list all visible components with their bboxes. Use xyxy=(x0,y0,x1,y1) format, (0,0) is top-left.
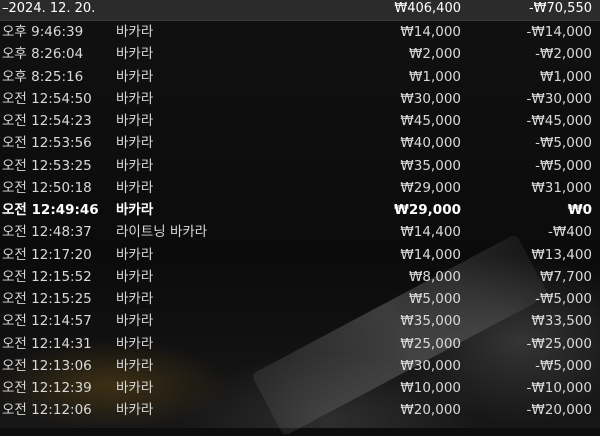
row-game: 바카라 xyxy=(116,46,154,63)
row-bet: ₩35,000 xyxy=(400,313,461,330)
day-summary-row[interactable]: –2024. 12. 20. ₩406,400 -₩70,550 xyxy=(0,0,600,21)
row-result: -₩45,000 xyxy=(526,113,592,129)
row-result: ₩33,500 xyxy=(531,313,592,330)
row-game: 바카라 xyxy=(116,179,154,196)
row-bet: ₩14,400 xyxy=(400,224,461,241)
row-time: 오전 12:12:06 xyxy=(2,402,92,419)
row-bet: ₩29,000 xyxy=(394,202,461,218)
row-bet: ₩30,000 xyxy=(400,90,461,107)
history-row[interactable]: 오전 12:50:18 바카라 ₩29,000 ₩31,000 xyxy=(0,177,600,199)
history-row[interactable]: 오전 12:48:37 라이트닝 바카라 ₩14,400 -₩400 xyxy=(0,221,600,243)
row-result: -₩5,000 xyxy=(535,291,592,307)
row-game: 바카라 xyxy=(116,380,154,396)
row-game: 바카라 xyxy=(116,335,154,352)
row-game: 바카라 xyxy=(116,135,154,152)
row-time: 오전 12:53:56 xyxy=(2,135,92,152)
row-time: 오전 12:15:52 xyxy=(2,268,92,285)
row-bet: ₩1,000 xyxy=(409,68,461,85)
row-bet: ₩45,000 xyxy=(400,113,461,129)
history-row[interactable]: 오후 9:46:39 바카라 ₩14,000 -₩14,000 xyxy=(0,21,600,43)
row-bet: ₩29,000 xyxy=(400,179,461,196)
row-time: 오전 12:12:39 xyxy=(2,380,92,396)
summary-total-bet: ₩406,400 xyxy=(394,1,461,16)
row-time: 오전 12:53:25 xyxy=(2,157,92,174)
row-result: -₩5,000 xyxy=(535,157,592,174)
row-time: 오전 12:50:18 xyxy=(2,179,92,196)
row-result: ₩1,000 xyxy=(540,68,592,85)
history-row[interactable]: 오후 8:25:16 바카라 ₩1,000 ₩1,000 xyxy=(0,66,600,88)
row-time: 오전 12:15:25 xyxy=(2,291,92,307)
row-result: -₩14,000 xyxy=(526,24,592,40)
row-game: 바카라 xyxy=(116,357,154,374)
row-time: 오전 12:48:37 xyxy=(2,224,92,241)
row-bet: ₩35,000 xyxy=(400,157,461,174)
row-result: -₩30,000 xyxy=(526,90,592,107)
row-game: 바카라 xyxy=(116,246,154,263)
row-time: 오전 12:14:31 xyxy=(2,335,92,352)
row-bet: ₩20,000 xyxy=(400,402,461,419)
row-game: 바카라 xyxy=(116,113,154,129)
row-result: -₩5,000 xyxy=(535,135,592,152)
row-result: -₩2,000 xyxy=(535,46,592,63)
row-time: 오전 12:13:06 xyxy=(2,357,92,374)
history-row[interactable]: 오전 12:12:39 바카라 ₩10,000 -₩10,000 xyxy=(0,377,600,399)
history-row[interactable]: 오전 12:14:31 바카라 ₩25,000 -₩25,000 xyxy=(0,333,600,355)
row-result: ₩13,400 xyxy=(531,246,592,263)
history-row[interactable]: 오전 12:13:06 바카라 ₩30,000 -₩5,000 xyxy=(0,355,600,377)
row-bet: ₩10,000 xyxy=(400,380,461,396)
row-game: 바카라 xyxy=(116,291,154,307)
row-game: 바카라 xyxy=(116,402,154,419)
row-result: -₩5,000 xyxy=(535,357,592,374)
row-bet: ₩5,000 xyxy=(409,291,461,307)
history-row[interactable]: 오전 12:15:25 바카라 ₩5,000 -₩5,000 xyxy=(0,288,600,310)
history-row[interactable]: 오전 12:15:52 바카라 ₩8,000 ₩7,700 xyxy=(0,266,600,288)
row-game: 바카라 xyxy=(116,24,154,40)
history-rows: 오후 9:46:39 바카라 ₩14,000 -₩14,000 오후 8:26:04 바카… xyxy=(0,21,600,422)
summary-total-result: -₩70,550 xyxy=(528,1,592,16)
row-time: 오후 8:26:04 xyxy=(2,46,84,63)
row-game: 바카라 xyxy=(116,202,154,218)
row-bet: ₩14,000 xyxy=(400,246,461,263)
history-row[interactable]: 오전 12:17:20 바카라 ₩14,000 ₩13,400 xyxy=(0,244,600,266)
row-result: ₩31,000 xyxy=(531,179,592,196)
row-game: 바카라 xyxy=(116,313,154,330)
row-bet: ₩40,000 xyxy=(400,135,461,152)
summary-date: –2024. 12. 20. xyxy=(2,1,96,16)
row-result: ₩0 xyxy=(567,202,592,218)
row-result: -₩25,000 xyxy=(526,335,592,352)
row-bet: ₩14,000 xyxy=(400,24,461,40)
row-result: -₩10,000 xyxy=(526,380,592,396)
row-time: 오전 12:49:46 xyxy=(2,202,99,218)
row-result: -₩400 xyxy=(548,224,592,241)
row-bet: ₩2,000 xyxy=(409,46,461,63)
history-row[interactable]: 오전 12:14:57 바카라 ₩35,000 ₩33,500 xyxy=(0,310,600,332)
history-row[interactable]: 오전 12:54:50 바카라 ₩30,000 -₩30,000 xyxy=(0,88,600,110)
row-game: 바카라 xyxy=(116,68,154,85)
row-time: 오전 12:17:20 xyxy=(2,246,92,263)
history-row[interactable]: 오전 12:49:46 바카라 ₩29,000 ₩0 xyxy=(0,199,600,221)
row-time: 오후 9:46:39 xyxy=(2,24,84,40)
history-row[interactable]: 오전 12:54:23 바카라 ₩45,000 -₩45,000 xyxy=(0,110,600,132)
row-game: 바카라 xyxy=(116,90,154,107)
row-result: ₩7,700 xyxy=(540,268,592,285)
row-bet: ₩30,000 xyxy=(400,357,461,374)
bet-history-list: –2024. 12. 20. ₩406,400 -₩70,550 오후 9:46… xyxy=(0,0,600,422)
history-row[interactable]: 오전 12:53:25 바카라 ₩35,000 -₩5,000 xyxy=(0,155,600,177)
row-bet: ₩8,000 xyxy=(409,268,461,285)
history-row[interactable]: 오후 8:26:04 바카라 ₩2,000 -₩2,000 xyxy=(0,43,600,65)
history-row[interactable]: 오전 12:53:56 바카라 ₩40,000 -₩5,000 xyxy=(0,132,600,154)
row-game: 바카라 xyxy=(116,157,154,174)
row-time: 오전 12:14:57 xyxy=(2,313,92,330)
row-time: 오전 12:54:23 xyxy=(2,113,92,129)
row-time: 오후 8:25:16 xyxy=(2,68,84,85)
row-game: 바카라 xyxy=(116,268,154,285)
history-row[interactable]: 오전 12:12:06 바카라 ₩20,000 -₩20,000 xyxy=(0,399,600,421)
row-game: 라이트닝 바카라 xyxy=(116,224,208,241)
row-time: 오전 12:54:50 xyxy=(2,90,92,107)
row-result: -₩20,000 xyxy=(526,402,592,419)
row-bet: ₩25,000 xyxy=(400,335,461,352)
